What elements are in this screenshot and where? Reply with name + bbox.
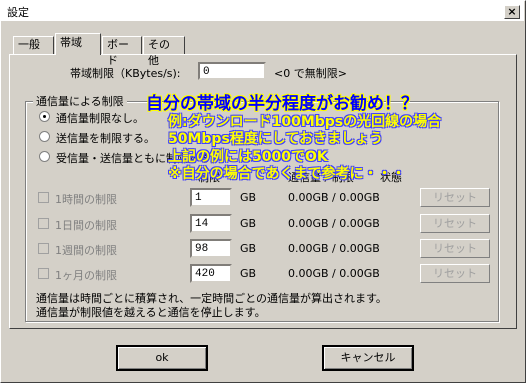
reset-button-hour[interactable]: リセット — [420, 188, 490, 207]
limit-label-week: 1週間の制限 — [55, 244, 117, 257]
limit-checkbox-month[interactable] — [38, 268, 49, 279]
tab-general[interactable]: 一般 — [13, 36, 54, 54]
bandwidth-hint: <0 で無制限> — [274, 67, 347, 80]
usage-hour: 0.00GB / 0.00GB — [288, 191, 380, 204]
close-button[interactable]: × — [504, 5, 520, 19]
usage-day: 0.00GB / 0.00GB — [288, 217, 380, 230]
usage-note-line2: 通信量が制限値を越えると通信を停止します。 — [36, 306, 266, 319]
limit-input-hour[interactable]: 1 — [190, 188, 232, 207]
title-bar: 設定 × — [1, 1, 524, 21]
radio-no-limit-label: 通信量制限なし。 — [56, 112, 144, 125]
limit-label-hour: 1時間の制限 — [55, 193, 117, 206]
limit-checkbox-week[interactable] — [38, 243, 49, 254]
annotation-line5: ※自分の場合であくまで参考に・・・ — [168, 166, 406, 182]
radio-limit-send-label: 送信量を制限する。 — [56, 132, 155, 145]
reset-button-day[interactable]: リセット — [420, 214, 490, 233]
limit-unit-month: GB — [240, 267, 257, 280]
radio-no-limit[interactable] — [39, 111, 50, 122]
usage-week: 0.00GB / 0.00GB — [288, 242, 380, 255]
tab-bandwidth[interactable]: 帯域 — [55, 33, 101, 55]
annotation-line3: 50Mbps程度にしておきましょう — [168, 131, 383, 147]
limit-unit-hour: GB — [240, 191, 257, 204]
limit-input-day[interactable]: 14 — [190, 214, 232, 233]
radio-limit-send[interactable] — [39, 131, 50, 142]
limit-checkbox-day[interactable] — [38, 218, 49, 229]
window-title: 設定 — [7, 6, 29, 19]
bandwidth-limit-label: 帯域制限（KBytes/s): — [70, 67, 181, 80]
tab-other[interactable]: その他 — [143, 36, 185, 67]
bandwidth-limit-input[interactable]: 0 — [198, 62, 266, 80]
limit-input-week[interactable]: 98 — [190, 239, 232, 258]
limit-label-month: 1ヶ月の制限 — [55, 269, 117, 282]
reset-button-week[interactable]: リセット — [420, 239, 490, 258]
limit-label-day: 1日間の制限 — [55, 219, 117, 232]
limit-checkbox-hour[interactable] — [38, 192, 49, 203]
radio-limit-both[interactable] — [39, 151, 50, 162]
usage-limit-group-label: 通信量による制限 — [33, 93, 127, 109]
limit-input-month[interactable]: 420 — [190, 264, 232, 283]
reset-button-month[interactable]: リセット — [420, 264, 490, 283]
limit-unit-day: GB — [240, 217, 257, 230]
ok-button[interactable]: ok — [116, 345, 208, 371]
limit-unit-week: GB — [240, 242, 257, 255]
cancel-button[interactable]: キャンセル — [322, 345, 414, 371]
usage-month: 0.00GB / 0.00GB — [288, 267, 380, 280]
tab-board[interactable]: ボード — [102, 36, 142, 67]
